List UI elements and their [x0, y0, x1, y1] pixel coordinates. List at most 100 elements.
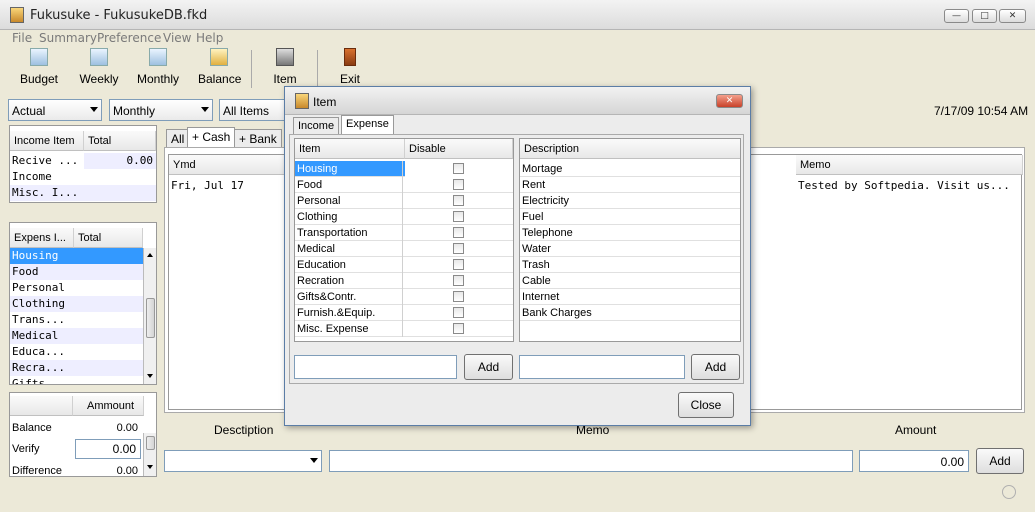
dialog-close-icon[interactable]: ✕: [716, 94, 743, 108]
list-item[interactable]: Gifts&Contr.: [295, 289, 513, 305]
list-item[interactable]: Trash: [520, 257, 740, 273]
add-description-button[interactable]: Add: [691, 354, 740, 380]
expense-total-header[interactable]: Total: [74, 228, 143, 248]
disable-checkbox[interactable]: [453, 259, 464, 270]
minimize-button[interactable]: —: [944, 9, 969, 23]
table-cell[interactable]: Tested by Softpedia. Visit us...: [796, 178, 1023, 194]
weekly-button[interactable]: Weekly: [79, 48, 119, 88]
list-item[interactable]: Rent: [520, 177, 740, 193]
list-item[interactable]: Water: [520, 241, 740, 257]
list-item[interactable]: Cable: [520, 273, 740, 289]
table-cell[interactable]: Personal: [10, 280, 143, 296]
amount-input[interactable]: 0.00: [859, 450, 969, 472]
disable-checkbox[interactable]: [453, 323, 464, 334]
table-cell[interactable]: Clothing: [10, 296, 143, 312]
list-item[interactable]: Clothing: [295, 209, 513, 225]
scroll-thumb[interactable]: [146, 436, 155, 450]
menu-summary[interactable]: Summary: [39, 31, 97, 45]
dialog-close-button[interactable]: Close: [678, 392, 734, 418]
list-item[interactable]: Furnish.&Equip.: [295, 305, 513, 321]
items-select[interactable]: All Items: [219, 99, 285, 121]
description-header[interactable]: Description: [520, 139, 740, 159]
list-item[interactable]: Misc. Expense: [295, 321, 513, 337]
monthly-button[interactable]: Monthly: [137, 48, 179, 88]
list-item[interactable]: Internet: [520, 289, 740, 305]
budget-button[interactable]: Budget: [18, 48, 60, 88]
table-cell[interactable]: Income: [10, 169, 84, 185]
new-description-input[interactable]: [519, 355, 685, 379]
close-button[interactable]: ✕: [999, 9, 1026, 23]
table-cell[interactable]: [74, 248, 143, 264]
resize-grip-icon[interactable]: [1002, 485, 1016, 499]
menu-help[interactable]: Help: [196, 31, 223, 45]
list-item[interactable]: Fuel: [520, 209, 740, 225]
table-cell[interactable]: Medical: [10, 328, 143, 344]
add-item-button[interactable]: Add: [464, 354, 513, 380]
disable-checkbox[interactable]: [453, 195, 464, 206]
disable-header[interactable]: Disable: [405, 139, 513, 159]
table-cell[interactable]: Trans...: [10, 312, 143, 328]
table-cell[interactable]: Recive ...: [10, 153, 84, 169]
list-item[interactable]: Electricity: [520, 193, 740, 209]
amount-header[interactable]: Ammount: [73, 396, 144, 416]
table-cell[interactable]: Food: [10, 264, 143, 280]
scroll-up-icon[interactable]: [147, 253, 153, 257]
list-item[interactable]: Bank Charges: [520, 305, 740, 321]
scroll-thumb[interactable]: [146, 298, 155, 338]
scroll-down-icon[interactable]: [147, 465, 153, 469]
menu-preference[interactable]: Preference: [97, 31, 161, 45]
balance-scrollbar[interactable]: [143, 433, 156, 476]
disable-checkbox[interactable]: [453, 291, 464, 302]
tab-cash[interactable]: + Cash: [187, 127, 236, 147]
table-cell[interactable]: Recra...: [10, 360, 143, 376]
disable-checkbox[interactable]: [453, 211, 464, 222]
balance-button[interactable]: Balance: [198, 48, 241, 88]
memo-header[interactable]: Memo: [796, 155, 1023, 175]
list-item[interactable]: Education: [295, 257, 513, 273]
disable-checkbox[interactable]: [453, 243, 464, 254]
list-item[interactable]: Transportation: [295, 225, 513, 241]
account-select[interactable]: Actual: [8, 99, 102, 121]
expense-item-header[interactable]: Expens I...: [10, 228, 74, 248]
item-header[interactable]: Item: [295, 139, 405, 159]
list-item[interactable]: Food: [295, 177, 513, 193]
period-select[interactable]: Monthly: [109, 99, 213, 121]
scroll-down-icon[interactable]: [147, 374, 153, 378]
table-cell[interactable]: Misc. I...: [10, 185, 156, 201]
new-item-input[interactable]: [294, 355, 457, 379]
ymd-header[interactable]: Ymd: [169, 155, 289, 175]
list-item[interactable]: Telephone: [520, 225, 740, 241]
disable-checkbox[interactable]: [453, 307, 464, 318]
list-item[interactable]: Personal: [295, 193, 513, 209]
table-cell[interactable]: 0.00: [84, 153, 156, 169]
disable-checkbox[interactable]: [453, 275, 464, 286]
list-item[interactable]: Medical: [295, 241, 513, 257]
list-item[interactable]: Housing: [295, 161, 513, 177]
menu-view[interactable]: View: [163, 31, 191, 45]
table-cell[interactable]: 0.00: [73, 463, 144, 476]
disable-checkbox[interactable]: [453, 179, 464, 190]
menu-file[interactable]: File: [12, 31, 32, 45]
tab-all[interactable]: All: [166, 129, 190, 147]
disable-checkbox[interactable]: [453, 227, 464, 238]
tab-income[interactable]: Income: [293, 117, 340, 134]
table-cell[interactable]: Educa...: [10, 344, 143, 360]
income-item-header[interactable]: Income Item: [10, 131, 84, 151]
tab-bank[interactable]: + Bank: [234, 129, 282, 147]
expense-scrollbar[interactable]: [143, 248, 156, 384]
tab-expense[interactable]: Expense: [341, 115, 394, 134]
list-item[interactable]: Mortage: [520, 161, 740, 177]
table-cell[interactable]: Gifts...: [10, 376, 143, 384]
income-total-header[interactable]: Total: [84, 131, 156, 151]
memo-input[interactable]: [329, 450, 853, 472]
verify-field[interactable]: 0.00: [75, 439, 141, 459]
table-cell[interactable]: Fri, Jul 17: [169, 178, 289, 194]
add-transaction-button[interactable]: Add: [976, 448, 1024, 474]
exit-button[interactable]: Exit: [337, 48, 363, 88]
table-cell[interactable]: Housing: [10, 248, 74, 264]
item-button[interactable]: Item: [270, 48, 300, 88]
table-cell[interactable]: 0.00: [73, 420, 144, 436]
list-item[interactable]: Recration: [295, 273, 513, 289]
maximize-button[interactable]: □: [972, 9, 997, 23]
description-select[interactable]: [164, 450, 322, 472]
